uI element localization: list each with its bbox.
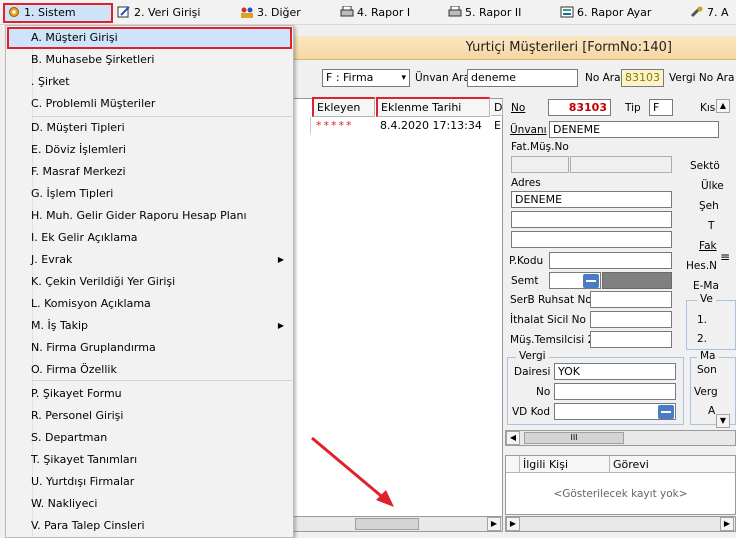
annotation-arrow <box>311 436 394 507</box>
